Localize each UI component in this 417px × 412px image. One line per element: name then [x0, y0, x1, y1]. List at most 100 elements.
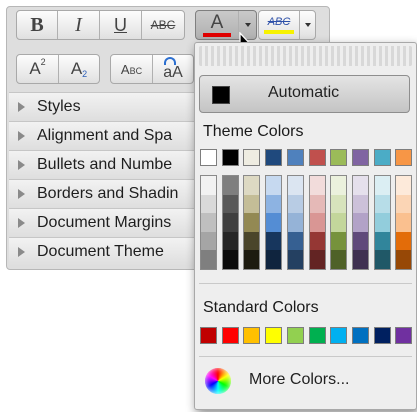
theme-shade-swatch[interactable]: [266, 250, 282, 269]
highlight-button[interactable]: ABC: [259, 11, 299, 39]
theme-shade-swatch[interactable]: [287, 176, 303, 195]
more-colors-button[interactable]: More Colors...: [199, 363, 412, 399]
theme-shade-swatch[interactable]: [331, 250, 347, 269]
standard-color-swatch[interactable]: [308, 327, 326, 344]
theme-shade-swatch[interactable]: [331, 213, 347, 232]
theme-shade-swatch[interactable]: [222, 176, 238, 195]
standard-color-swatch[interactable]: [200, 327, 217, 344]
subscript-button[interactable]: A2: [58, 55, 99, 83]
theme-color-swatch[interactable]: [330, 149, 348, 166]
italic-button[interactable]: I: [57, 11, 99, 39]
theme-shade-swatch[interactable]: [222, 194, 238, 214]
standard-color-swatch[interactable]: [243, 327, 261, 344]
strikethrough-label: ABC: [150, 18, 176, 32]
underline-button[interactable]: U: [99, 11, 141, 39]
standard-color-swatch[interactable]: [221, 327, 239, 344]
separator: [199, 283, 412, 284]
theme-shade-swatch[interactable]: [309, 176, 325, 195]
popup-drag-grip[interactable]: [199, 46, 412, 66]
theme-shade-swatch[interactable]: [309, 194, 325, 214]
theme-color-swatch[interactable]: [373, 149, 391, 166]
theme-shade-swatch[interactable]: [266, 194, 282, 214]
theme-colors-title: Theme Colors: [203, 123, 304, 140]
theme-shade-swatch[interactable]: [374, 231, 390, 251]
theme-color-swatch[interactable]: [265, 149, 283, 166]
highlight-dropdown-button[interactable]: [299, 11, 315, 39]
theme-shade-swatch[interactable]: [396, 213, 412, 232]
theme-shade-swatch[interactable]: [287, 213, 303, 232]
theme-shade-swatch[interactable]: [331, 176, 347, 195]
theme-shade-swatch[interactable]: [331, 231, 347, 251]
theme-shade-swatch[interactable]: [244, 176, 260, 195]
theme-shade-swatch[interactable]: [352, 250, 368, 269]
theme-color-swatch[interactable]: [286, 149, 304, 166]
theme-shade-swatch[interactable]: [309, 250, 325, 269]
theme-shade-swatch[interactable]: [201, 231, 216, 251]
superscript-mark: 2: [40, 57, 46, 67]
automatic-color-button[interactable]: Automatic: [199, 75, 410, 113]
theme-shade-swatch[interactable]: [374, 176, 390, 195]
section-label: Document Margins: [37, 214, 172, 231]
separator: [199, 356, 412, 357]
strikethrough-button[interactable]: ABC: [141, 11, 184, 39]
theme-shade-swatch[interactable]: [222, 250, 238, 269]
theme-shade-swatch[interactable]: [396, 194, 412, 214]
theme-shade-swatch[interactable]: [244, 250, 260, 269]
theme-shade-swatch[interactable]: [222, 213, 238, 232]
theme-shade-swatch[interactable]: [201, 194, 216, 214]
theme-shade-swatch[interactable]: [287, 194, 303, 214]
change-case-button[interactable]: aA: [152, 55, 193, 83]
font-color-label: A: [210, 11, 224, 33]
standard-color-swatch[interactable]: [265, 327, 283, 344]
theme-shade-swatch[interactable]: [309, 231, 325, 251]
theme-shade-swatch[interactable]: [352, 231, 368, 251]
theme-shade-swatch[interactable]: [396, 176, 412, 195]
theme-color-swatch[interactable]: [243, 149, 261, 166]
theme-shade-column: [351, 175, 369, 270]
theme-shade-swatch[interactable]: [309, 213, 325, 232]
theme-shade-swatch[interactable]: [352, 213, 368, 232]
small-caps-button[interactable]: Abc: [111, 55, 152, 83]
theme-shade-swatch[interactable]: [374, 250, 390, 269]
theme-shade-swatch[interactable]: [244, 194, 260, 214]
change-case-label: aA: [163, 64, 183, 81]
theme-shade-swatch[interactable]: [287, 231, 303, 251]
theme-shade-swatch[interactable]: [374, 213, 390, 232]
standard-color-swatch[interactable]: [330, 327, 348, 344]
theme-shade-swatch[interactable]: [266, 213, 282, 232]
theme-shade-swatch[interactable]: [244, 213, 260, 232]
standard-color-swatch[interactable]: [351, 327, 369, 344]
theme-color-swatch[interactable]: [200, 149, 217, 166]
theme-shade-column: [395, 175, 413, 270]
theme-shade-swatch[interactable]: [201, 176, 216, 195]
theme-color-swatch[interactable]: [221, 149, 239, 166]
theme-shade-swatch[interactable]: [244, 231, 260, 251]
theme-shade-swatch[interactable]: [201, 213, 216, 232]
theme-shade-swatch[interactable]: [374, 194, 390, 214]
highlight-split-button: ABC: [258, 10, 316, 40]
theme-shade-swatch[interactable]: [396, 250, 412, 269]
theme-shade-swatch[interactable]: [287, 250, 303, 269]
disclosure-triangle-icon: [18, 131, 25, 141]
theme-shade-swatch[interactable]: [266, 231, 282, 251]
theme-shade-swatch[interactable]: [222, 231, 238, 251]
theme-shade-swatch[interactable]: [266, 176, 282, 195]
font-color-button[interactable]: A: [196, 11, 238, 39]
italic-label: I: [75, 13, 82, 36]
theme-shade-swatch[interactable]: [352, 194, 368, 214]
change-case-icon: [164, 57, 176, 65]
superscript-button[interactable]: A2: [17, 55, 58, 83]
theme-color-swatch[interactable]: [395, 149, 413, 166]
theme-shade-swatch[interactable]: [352, 176, 368, 195]
bold-button[interactable]: B: [17, 11, 57, 39]
script-group: A2 A2: [16, 54, 100, 84]
standard-color-swatch[interactable]: [373, 327, 391, 344]
theme-shade-swatch[interactable]: [331, 194, 347, 214]
theme-color-swatch[interactable]: [351, 149, 369, 166]
theme-shade-swatch[interactable]: [201, 250, 216, 269]
theme-shade-swatch[interactable]: [396, 231, 412, 251]
theme-color-swatch[interactable]: [308, 149, 326, 166]
standard-color-swatch[interactable]: [286, 327, 304, 344]
small-caps-label: Abc: [120, 61, 143, 77]
standard-color-swatch[interactable]: [395, 327, 413, 344]
